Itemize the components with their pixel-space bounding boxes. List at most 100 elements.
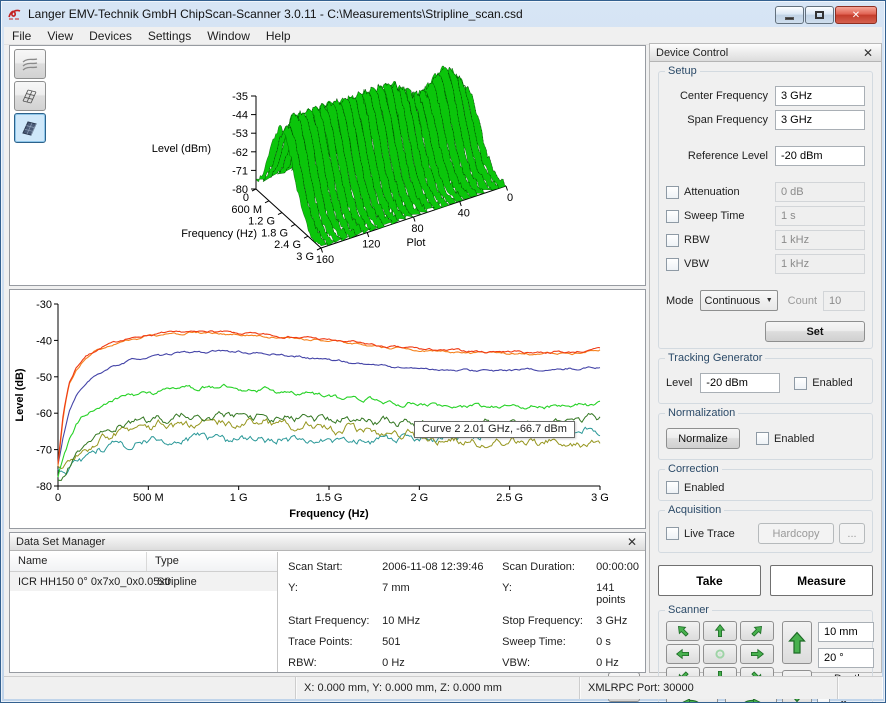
probe-up-button[interactable] xyxy=(782,621,812,664)
sweep-time-checkbox[interactable] xyxy=(666,210,679,223)
rbw-label: RBW xyxy=(679,234,775,246)
attenuation-checkbox[interactable] xyxy=(666,186,679,199)
menu-item-devices[interactable]: Devices xyxy=(81,27,140,45)
acquisition-legend: Acquisition xyxy=(665,504,724,516)
scan-info-value: 10 MHz xyxy=(382,615,502,627)
move-up-right-button[interactable] xyxy=(740,621,774,641)
scan-info-value: 3 GHz xyxy=(596,615,639,627)
data-set-row[interactable]: ICR HH150 0° 0x7x0_0x0.05x0Stripline xyxy=(10,572,277,591)
svg-text:2 G: 2 G xyxy=(410,492,428,504)
svg-text:500 M: 500 M xyxy=(133,492,164,504)
svg-text:120: 120 xyxy=(362,239,380,251)
scan-info-label: Sweep Time: xyxy=(502,636,596,648)
scan-info-value: 7 mm xyxy=(382,582,502,606)
spectrum-y-axis-label: Level (dB) xyxy=(14,368,26,422)
column-header-name[interactable]: Name xyxy=(10,552,147,571)
status-segment-empty xyxy=(4,677,296,699)
svg-text:-62: -62 xyxy=(232,147,248,159)
reference-level-input[interactable] xyxy=(775,146,865,166)
menu-item-view[interactable]: View xyxy=(39,27,81,45)
scan-info-value: 0 s xyxy=(596,636,639,648)
move-right-button[interactable] xyxy=(740,644,774,664)
move-up-left-button[interactable] xyxy=(666,621,700,641)
close-button[interactable]: ✕ xyxy=(835,6,877,24)
reference-level-label: Reference Level xyxy=(666,150,775,162)
tracking-generator-legend: Tracking Generator xyxy=(665,352,765,364)
normalization-enabled-checkbox[interactable] xyxy=(756,432,769,445)
set-button[interactable]: Set xyxy=(765,321,865,342)
svg-text:3 G: 3 G xyxy=(296,251,314,263)
svg-text:-80: -80 xyxy=(36,481,52,493)
svg-text:1.5 G: 1.5 G xyxy=(316,492,343,504)
tg-enabled-checkbox[interactable] xyxy=(794,377,807,390)
scan-info-value: 2006-11-08 12:39:46 xyxy=(382,561,502,573)
data-set-manager-close-icon[interactable]: ✕ xyxy=(625,537,639,547)
scan-info-value: 0 Hz xyxy=(596,657,639,669)
title-bar: Langer EMV-Technik GmbH ChipScan-Scanner… xyxy=(1,1,885,27)
hardcopy-options-button: ... xyxy=(839,523,865,544)
count-input xyxy=(823,291,865,311)
center-frequency-input[interactable] xyxy=(775,86,865,106)
move-left-button[interactable] xyxy=(666,644,700,664)
move-up-left-icon xyxy=(671,623,695,639)
mode-select[interactable]: Continuous ▼ xyxy=(700,290,778,311)
scan-info-label: RBW: xyxy=(288,657,382,669)
normalize-button[interactable]: Normalize xyxy=(666,428,740,449)
minimize-button[interactable] xyxy=(775,6,804,24)
svg-text:160: 160 xyxy=(316,254,334,266)
column-header-type[interactable]: Type xyxy=(147,552,187,571)
menu-item-help[interactable]: Help xyxy=(258,27,299,45)
scan-info-value: 00:00:00 xyxy=(596,561,639,573)
correction-enabled-checkbox[interactable] xyxy=(666,481,679,494)
scanner-step-input[interactable] xyxy=(818,622,874,642)
svg-text:-35: -35 xyxy=(232,91,248,103)
surface-wireframe-button[interactable] xyxy=(14,49,46,79)
svg-text:-70: -70 xyxy=(36,445,52,457)
move-home-button[interactable] xyxy=(703,644,737,664)
rbw-checkbox[interactable] xyxy=(666,234,679,247)
hardcopy-button: Hardcopy xyxy=(758,523,834,544)
surface-solid-button[interactable] xyxy=(14,113,46,143)
move-up-button[interactable] xyxy=(703,621,737,641)
sweep-time-input xyxy=(775,206,865,226)
move-up-right-icon xyxy=(745,623,769,639)
normalization-enabled-label: Enabled xyxy=(769,433,865,445)
menu-item-file[interactable]: File xyxy=(4,27,39,45)
vbw-checkbox[interactable] xyxy=(666,258,679,271)
mode-label: Mode xyxy=(666,295,700,307)
data-set-list: Name Type ICR HH150 0° 0x7x0_0x0.05x0Str… xyxy=(10,552,278,672)
live-trace-checkbox[interactable] xyxy=(666,527,679,540)
svg-text:2.4 G: 2.4 G xyxy=(274,239,301,251)
device-control-close-icon[interactable]: ✕ xyxy=(861,48,875,58)
svg-text:-44: -44 xyxy=(232,110,248,122)
move-right-icon xyxy=(745,646,769,662)
scan-info-label: Start Frequency: xyxy=(288,615,382,627)
measure-button[interactable]: Measure xyxy=(770,565,873,596)
surface-plot-canvas[interactable]: -35-44-53-62-71-80Level (dBm)0600 M1.2 G… xyxy=(10,46,645,285)
scan-info-label: Trace Points: xyxy=(288,636,382,648)
svg-text:1 G: 1 G xyxy=(230,492,248,504)
surface-mesh-button[interactable] xyxy=(14,81,46,111)
surface-x-axis-label: Frequency (Hz) xyxy=(181,228,257,240)
surface-wireframe-icon xyxy=(20,54,40,74)
menu-item-settings[interactable]: Settings xyxy=(140,27,199,45)
scan-info-value: 141 points xyxy=(596,582,639,606)
normalization-group: Normalization Normalize Enabled xyxy=(658,413,873,460)
scanner-angle-input[interactable] xyxy=(818,648,874,668)
span-frequency-input[interactable] xyxy=(775,110,865,130)
tg-level-input[interactable] xyxy=(700,373,780,393)
maximize-button[interactable] xyxy=(805,6,834,24)
svg-text:0: 0 xyxy=(243,192,249,204)
surface-plot-panel: -35-44-53-62-71-80Level (dBm)0600 M1.2 G… xyxy=(9,45,646,286)
scan-info-value: 501 xyxy=(382,636,502,648)
setup-group: Setup Center Frequency Span Frequency Re… xyxy=(658,71,873,349)
take-button[interactable]: Take xyxy=(658,565,761,596)
svg-text:0: 0 xyxy=(55,492,61,504)
setup-legend: Setup xyxy=(665,65,700,77)
mode-value: Continuous xyxy=(705,295,761,307)
svg-text:-60: -60 xyxy=(36,408,52,420)
curve-tooltip: Curve 2 2.01 GHz, -66.7 dBm xyxy=(414,421,575,438)
menu-item-window[interactable]: Window xyxy=(199,27,258,45)
spectrum-plot-canvas[interactable]: -30-40-50-60-70-800500 M1 G1.5 G2 G2.5 G… xyxy=(10,290,645,528)
series-curve-3 xyxy=(58,350,600,464)
